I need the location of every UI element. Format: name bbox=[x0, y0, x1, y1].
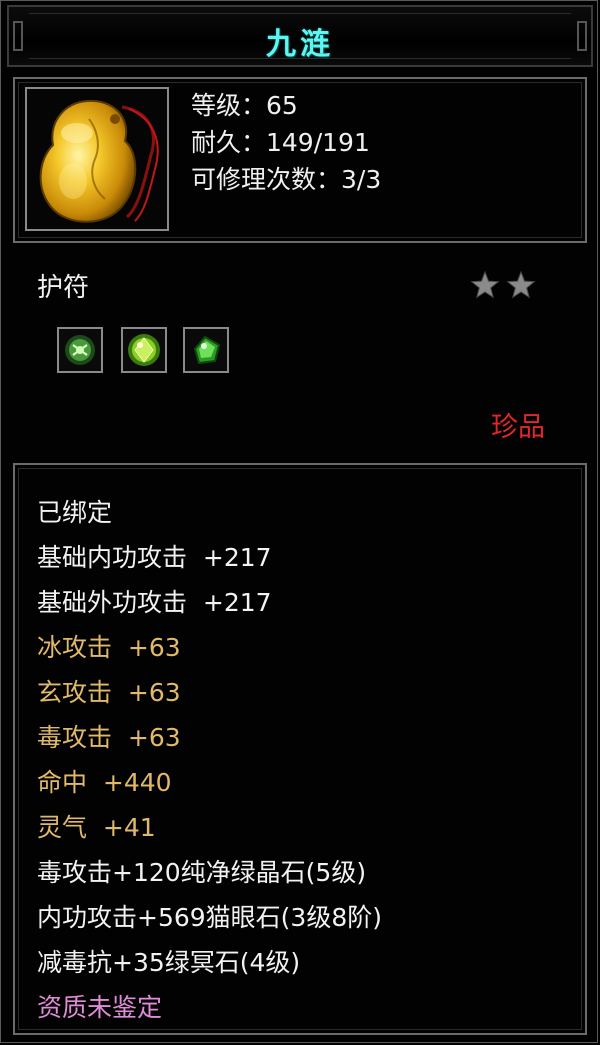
rarity-label: 珍品 bbox=[491, 412, 545, 443]
item-durability: 耐久：149/191 bbox=[191, 128, 370, 157]
attribute-line: 灵气 +41 bbox=[37, 813, 156, 842]
attribute-line: 毒攻击+120纯净绿晶石(5级) bbox=[37, 858, 367, 887]
item-repairs: 可修理次数：3/3 bbox=[191, 165, 382, 194]
item-tooltip: 九涟 等级：65 耐久：149/191 可修理次数：3/3 护符 珍品 已绑定 … bbox=[0, 0, 598, 1043]
attribute-line: 基础内功攻击 +217 bbox=[37, 543, 272, 572]
item-name: 九涟 bbox=[266, 27, 334, 62]
star-icon bbox=[470, 270, 500, 299]
star-icon bbox=[506, 270, 536, 299]
item-header: 等级：65 耐久：149/191 可修理次数：3/3 bbox=[13, 77, 587, 243]
attribute-line: 减毒抗+35绿冥石(4级) bbox=[37, 948, 301, 977]
attribute-line: 毒攻击 +63 bbox=[37, 723, 181, 752]
item-level: 等级：65 bbox=[191, 91, 298, 120]
green-jade-gem-icon[interactable] bbox=[183, 327, 229, 373]
attribute-line: 冰攻击 +63 bbox=[37, 633, 181, 662]
cat-eye-gem-icon[interactable] bbox=[57, 327, 103, 373]
attribute-line: 已绑定 bbox=[37, 498, 113, 527]
item-icon-slot[interactable] bbox=[25, 87, 169, 231]
attribute-line: 基础外功攻击 +217 bbox=[37, 588, 272, 617]
attribute-line: 玄攻击 +63 bbox=[37, 678, 181, 707]
green-crystal-gem-icon[interactable] bbox=[121, 327, 167, 373]
attribute-line: 内功攻击+569猫眼石(3级8阶) bbox=[37, 903, 382, 932]
title-bar: 九涟 bbox=[7, 5, 593, 67]
item-type: 护符 bbox=[37, 273, 90, 303]
attribute-panel: 已绑定基础内功攻击 +217 基础外功攻击 +217 冰攻击 +63 玄攻击 +63 毒… bbox=[13, 463, 587, 1035]
item-stats: 等级：65 耐久：149/191 可修理次数：3/3 bbox=[191, 87, 381, 198]
attribute-line: 命中 +440 bbox=[37, 768, 172, 797]
jade-amulet-icon bbox=[39, 99, 159, 223]
star-rating bbox=[469, 269, 541, 305]
attribute-line: 资质未鉴定 bbox=[37, 993, 163, 1022]
